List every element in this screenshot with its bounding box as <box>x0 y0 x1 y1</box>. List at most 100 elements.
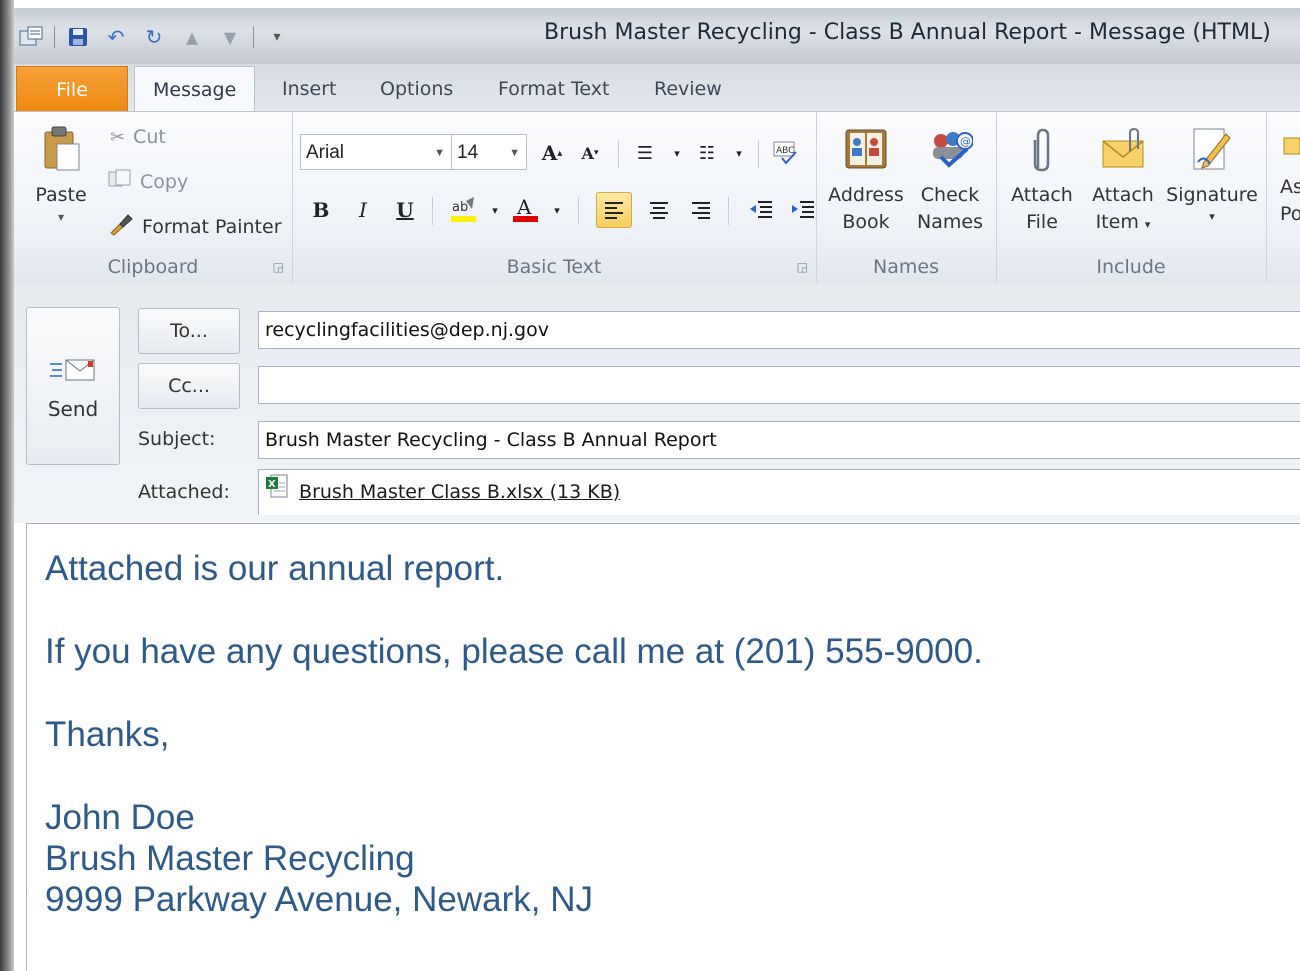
excel-file-icon: X <box>265 471 289 515</box>
copy-icon <box>108 169 132 194</box>
customize-qat-icon[interactable]: ▾ <box>262 22 292 52</box>
subject-field[interactable]: Brush Master Recycling - Class B Annual … <box>258 421 1300 459</box>
decrease-indent-icon[interactable] <box>744 193 778 227</box>
attach-file-label: Attach <box>1011 184 1073 206</box>
tab-file[interactable]: File <box>16 66 128 111</box>
copy-label: Copy <box>140 170 189 193</box>
signature-address: 9999 Parkway Avenue, Newark, NJ <box>45 880 593 919</box>
to-button[interactable]: To... <box>138 308 240 354</box>
tab-options[interactable]: Options <box>362 66 471 112</box>
chevron-down-icon[interactable]: ▾ <box>722 136 756 170</box>
svg-text:ab: ab <box>452 200 468 215</box>
address-book-icon <box>843 124 889 174</box>
font-size-combo[interactable]: 14 ▼ <box>451 134 527 170</box>
message-body[interactable]: Attached is our annual report. If you ha… <box>26 523 1300 971</box>
numbering-icon[interactable]: ☷ <box>690 136 724 170</box>
names-group: Address Book @ Check Names Names <box>816 112 997 282</box>
partial-button[interactable]: As Po <box>1280 124 1300 228</box>
check-names-button[interactable]: @ Check Names <box>912 124 988 236</box>
font-color-icon[interactable]: A <box>508 193 542 227</box>
check-names-icon: @ <box>927 124 973 174</box>
bullets-icon[interactable]: ☰ <box>628 136 662 170</box>
to-field[interactable]: recyclingfacilities@dep.nj.gov <box>258 311 1300 349</box>
send-button[interactable]: Send <box>26 307 120 465</box>
cut-label: Cut <box>133 126 166 148</box>
toolbar-separator <box>578 197 579 225</box>
address-book-label: Address <box>828 184 904 206</box>
tab-review[interactable]: Review <box>636 66 740 112</box>
down-arrow-icon[interactable]: ▼ <box>215 22 245 52</box>
redo-icon[interactable]: ↻ <box>139 22 169 52</box>
basic-text-group-label: Basic Text <box>506 256 602 278</box>
message-header: Send To... recyclingfacilities@dep.nj.go… <box>14 283 1300 523</box>
window-edge <box>0 0 14 971</box>
tab-format-text[interactable]: Format Text <box>480 66 627 112</box>
attach-item-text: Item <box>1095 211 1139 233</box>
svg-text:ABC: ABC <box>776 146 794 156</box>
outlook-message-window: ↶ ↻ ▲ ▼ ▾ Brush Master Recycling - Class… <box>0 0 1300 971</box>
outlook-app-icon[interactable] <box>16 22 46 52</box>
attach-item-button[interactable]: Attach Item ▾ <box>1084 124 1162 238</box>
partial-group: As Po <box>1266 112 1300 282</box>
up-arrow-icon[interactable]: ▲ <box>177 22 207 52</box>
paperclip-icon <box>1019 124 1065 174</box>
clipboard-launcher-icon[interactable]: ◲ <box>273 260 284 274</box>
partial-label-bottom: Po <box>1280 203 1300 225</box>
format-painter-label: Format Painter <box>142 215 282 238</box>
align-center-icon[interactable] <box>642 193 676 227</box>
names-group-label: Names <box>873 256 939 278</box>
envelope-icon <box>1100 124 1146 174</box>
chevron-down-icon[interactable]: ▾ <box>660 136 694 170</box>
signature-button[interactable]: Signature ▾ <box>1164 124 1260 225</box>
clipboard-group: Paste ▾ ✂ Cut Copy Format Painter Clipbo… <box>14 112 293 282</box>
cc-button[interactable]: Cc... <box>138 363 240 409</box>
underline-button[interactable]: U <box>388 193 422 227</box>
basic-text-group: Arial ▼ 14 ▼ A ▴ A ▾ ☰ ▾ ☷ ▾ ABC B I U ab <box>292 112 817 282</box>
font-name-value: Arial <box>306 142 345 163</box>
svg-text:A: A <box>516 195 532 219</box>
bold-button[interactable]: B <box>304 193 338 227</box>
chevron-down-icon[interactable]: ▼ <box>434 135 445 171</box>
scissors-icon: ✂ <box>110 126 126 148</box>
align-left-icon[interactable] <box>596 192 632 228</box>
include-group: Attach File Attach Item ▾ Signature ▾ In… <box>996 112 1267 282</box>
undo-icon[interactable]: ↶ <box>101 22 131 52</box>
toolbar-separator <box>618 140 619 168</box>
tab-insert[interactable]: Insert <box>264 66 355 112</box>
chevron-down-icon[interactable]: ▼ <box>509 135 520 171</box>
highlight-icon[interactable]: ab <box>446 193 480 227</box>
chevron-down-icon[interactable]: ▾ <box>540 193 574 227</box>
tab-message[interactable]: Message <box>134 66 256 113</box>
clipboard-group-label: Clipboard <box>107 256 199 278</box>
italic-button[interactable]: I <box>346 193 380 227</box>
increase-indent-icon[interactable] <box>786 193 820 227</box>
attach-item-label: Attach <box>1092 184 1154 206</box>
signature-company: Brush Master Recycling <box>45 839 415 878</box>
chevron-down-icon: ▾ <box>1209 210 1215 223</box>
spelling-icon[interactable]: ABC <box>768 136 802 170</box>
attach-file-button[interactable]: Attach File <box>1002 124 1082 236</box>
paste-dropdown-icon: ▾ <box>57 210 65 224</box>
shrink-font-icon[interactable]: A ▾ <box>573 136 607 170</box>
attach-item-label-2: Item ▾ <box>1084 209 1162 238</box>
format-painter-button[interactable]: Format Painter <box>108 212 282 241</box>
signature-label: Signature <box>1166 184 1258 206</box>
cut-button[interactable]: ✂ Cut <box>110 126 166 148</box>
address-book-label-2: Book <box>842 211 890 233</box>
address-book-button[interactable]: Address Book <box>824 124 908 236</box>
copy-button[interactable]: Copy <box>108 169 188 194</box>
save-icon[interactable] <box>63 22 93 52</box>
cc-field[interactable] <box>258 366 1300 404</box>
font-name-combo[interactable]: Arial ▼ <box>300 134 452 170</box>
attachment-link[interactable]: Brush Master Class B.xlsx (13 KB) <box>299 481 620 503</box>
align-right-icon[interactable] <box>684 193 718 227</box>
grow-font-icon[interactable]: A ▴ <box>535 136 569 170</box>
body-line-thanks: Thanks, <box>45 715 170 754</box>
paste-button[interactable]: Paste ▾ <box>28 124 94 225</box>
basic-text-launcher-icon[interactable]: ◲ <box>797 260 808 274</box>
window-title: Brush Master Recycling - Class B Annual … <box>544 20 1271 45</box>
attached-field: X Brush Master Class B.xlsx (13 KB) <box>258 469 1300 515</box>
chevron-down-icon: ▾ <box>1144 218 1151 231</box>
chevron-down-icon[interactable]: ▾ <box>478 193 512 227</box>
signature-icon <box>1189 124 1235 174</box>
